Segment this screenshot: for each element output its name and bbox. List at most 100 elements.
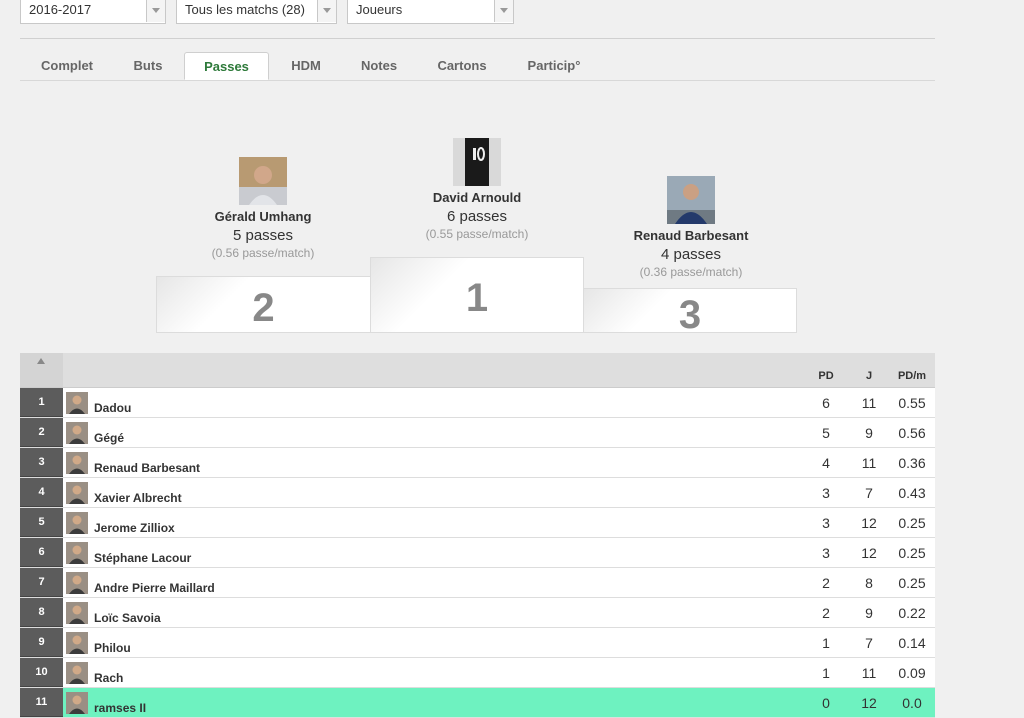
table-row[interactable]: 7 Andre Pierre Maillard 2 8 0.25 [20, 568, 935, 598]
podium-step-first: 1 [370, 257, 584, 333]
season-select-value: 2016-2017 [29, 2, 92, 17]
pd-value: 2 [822, 575, 830, 591]
rank-cell: 5 [20, 508, 63, 537]
column-header-pd[interactable]: PD [810, 370, 842, 382]
j-value: 12 [861, 545, 877, 561]
podium-second-average: (0.56 passe/match) [211, 246, 315, 260]
podium-first-player: David Arnould 6 passes (0.55 passe/match… [370, 138, 584, 241]
player-thumbnail[interactable] [66, 542, 88, 564]
table-row[interactable]: 8 Loïc Savoia 2 9 0.22 [20, 598, 935, 628]
tab-passes[interactable]: Passes [184, 52, 269, 80]
table-row[interactable]: 2 Gégé 5 9 0.56 [20, 418, 935, 448]
player-name-link[interactable]: Stéphane Lacour [94, 551, 191, 565]
pd-value: 3 [822, 485, 830, 501]
player-thumbnail[interactable] [66, 512, 88, 534]
podium-step-second: 2 [156, 276, 371, 333]
chevron-down-icon[interactable] [494, 0, 513, 22]
player-name-link[interactable]: Philou [94, 641, 131, 655]
table-row[interactable]: 4 Xavier Albrecht 3 7 0.43 [20, 478, 935, 508]
player-thumbnail[interactable] [66, 482, 88, 504]
chevron-down-icon[interactable] [146, 0, 165, 22]
pdm-value: 0.36 [898, 455, 926, 471]
tab-buts[interactable]: Buts [114, 52, 182, 80]
table-row[interactable]: 5 Jerome Zilliox 3 12 0.25 [20, 508, 935, 538]
matches-select[interactable]: Tous les matchs (28) [176, 0, 337, 24]
sort-button[interactable] [20, 353, 63, 387]
player-thumbnail[interactable] [66, 692, 88, 714]
scope-select[interactable]: Joueurs [347, 0, 514, 24]
podium-first-average: (0.55 passe/match) [425, 227, 529, 241]
podium-third-average: (0.36 passe/match) [639, 265, 743, 279]
player-name-link[interactable]: ramses II [94, 701, 146, 715]
rank-cell: 1 [20, 388, 63, 417]
table-row[interactable]: 10 Rach 1 11 0.09 [20, 658, 935, 688]
pd-value: 3 [822, 515, 830, 531]
player-thumbnail[interactable] [66, 572, 88, 594]
tab-notes[interactable]: Notes [342, 52, 416, 80]
podium-second-count: 5 passes [232, 227, 294, 244]
pdm-value: 0.25 [898, 515, 926, 531]
pdm-value: 0.25 [898, 575, 926, 591]
rank-cell: 8 [20, 598, 63, 627]
player-thumbnail[interactable] [66, 662, 88, 684]
season-select[interactable]: 2016-2017 [20, 0, 166, 24]
tab-complet[interactable]: Complet [20, 52, 114, 80]
podium-first-count: 6 passes [446, 208, 508, 225]
player-thumbnail[interactable] [66, 452, 88, 474]
player-name-link[interactable]: Jerome Zilliox [94, 521, 175, 535]
assists-table: PD J PD/m 1 Dadou 6 11 0.55 2 Gégé 5 9 0… [20, 353, 935, 718]
podium-third-player: Renaud Barbesant 4 passes (0.36 passe/ma… [584, 176, 798, 279]
podium-step-third: 3 [583, 288, 797, 337]
pdm-value: 0.25 [898, 545, 926, 561]
player-thumbnail[interactable] [66, 422, 88, 444]
pd-value: 4 [822, 455, 830, 471]
podium-third-name[interactable]: Renaud Barbesant [584, 228, 798, 243]
pdm-value: 0.55 [898, 395, 926, 411]
player-name-link[interactable]: Dadou [94, 401, 131, 415]
table-row[interactable]: 1 Dadou 6 11 0.55 [20, 388, 935, 418]
player-thumbnail[interactable] [66, 392, 88, 414]
pd-value: 1 [822, 665, 830, 681]
j-value: 11 [861, 395, 877, 411]
tab-particip[interactable]: Particip° [508, 52, 600, 80]
pdm-value: 0.09 [898, 665, 926, 681]
player-name-link[interactable]: Rach [94, 671, 123, 685]
player-name-link[interactable]: Renaud Barbesant [94, 461, 200, 475]
pdm-value: 0.43 [898, 485, 926, 501]
column-header-pdm[interactable]: PD/m [892, 370, 932, 382]
player-name-link[interactable]: Gégé [94, 431, 124, 445]
podium-first-name[interactable]: David Arnould [370, 190, 584, 205]
player-name-link[interactable]: Andre Pierre Maillard [94, 581, 215, 595]
table-row[interactable]: 11 ramses II 0 12 0.0 [20, 688, 935, 718]
tab-hdm[interactable]: HDM [272, 52, 340, 80]
column-header-j[interactable]: J [856, 370, 882, 382]
player-thumbnail[interactable] [66, 602, 88, 624]
table-row[interactable]: 9 Philou 1 7 0.14 [20, 628, 935, 658]
matches-select-value: Tous les matchs (28) [185, 2, 305, 17]
table-row[interactable]: 3 Renaud Barbesant 4 11 0.36 [20, 448, 935, 478]
table-header: PD J PD/m [20, 353, 935, 388]
podium-second-name[interactable]: Gérald Umhang [156, 209, 370, 224]
player-thumbnail[interactable] [66, 632, 88, 654]
table-body: 1 Dadou 6 11 0.55 2 Gégé 5 9 0.56 3 Rena… [20, 388, 935, 718]
scope-select-value: Joueurs [356, 2, 403, 17]
tab-cartons[interactable]: Cartons [418, 52, 506, 80]
j-value: 8 [865, 575, 873, 591]
player-avatar[interactable] [453, 138, 501, 186]
pdm-value: 0.56 [898, 425, 926, 441]
podium-second-player: Gérald Umhang 5 passes (0.56 passe/match… [156, 157, 370, 260]
table-row[interactable]: 6 Stéphane Lacour 3 12 0.25 [20, 538, 935, 568]
player-avatar[interactable] [239, 157, 287, 205]
podium-third-count: 4 passes [660, 246, 722, 263]
rank-cell: 7 [20, 568, 63, 597]
j-value: 11 [861, 455, 877, 471]
j-value: 12 [861, 515, 877, 531]
chevron-down-icon[interactable] [317, 0, 336, 22]
player-name-link[interactable]: Xavier Albrecht [94, 491, 182, 505]
j-value: 9 [865, 425, 873, 441]
pd-value: 5 [822, 425, 830, 441]
j-value: 7 [865, 485, 873, 501]
player-avatar[interactable] [667, 176, 715, 224]
sort-up-icon [37, 358, 45, 364]
player-name-link[interactable]: Loïc Savoia [94, 611, 161, 625]
